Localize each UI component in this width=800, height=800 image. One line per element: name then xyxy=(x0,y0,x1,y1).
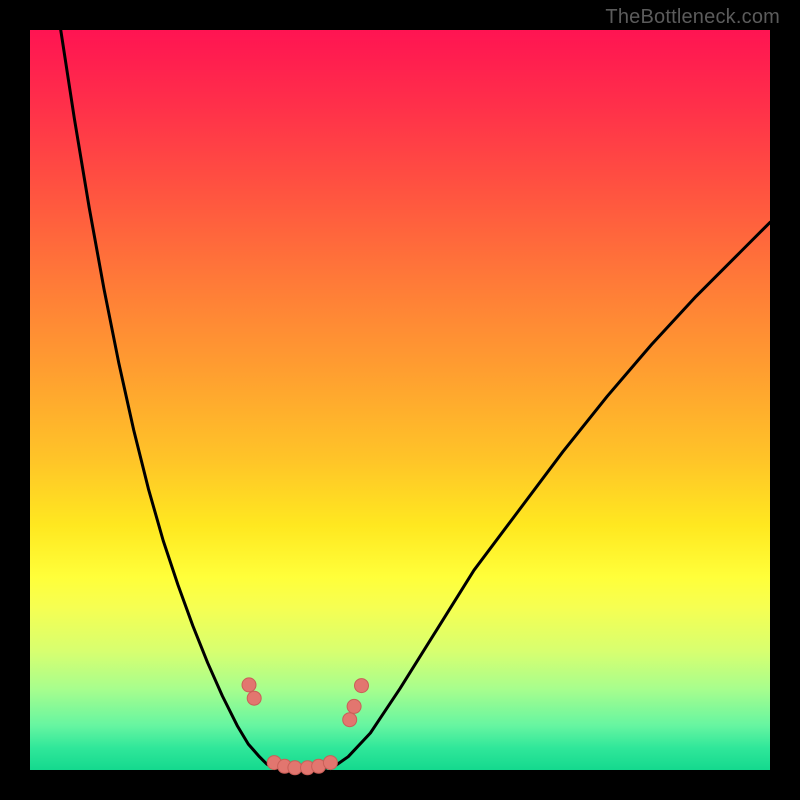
curve-marker xyxy=(355,679,369,693)
bottleneck-curve xyxy=(30,30,770,770)
outer-frame: TheBottleneck.com xyxy=(0,0,800,800)
curve-marker xyxy=(347,699,361,713)
curve-marker xyxy=(242,678,256,692)
curve-marker xyxy=(323,756,337,770)
curve-marker xyxy=(343,713,357,727)
curve-path xyxy=(60,23,770,770)
curve-marker xyxy=(288,761,302,775)
plot-area xyxy=(30,30,770,770)
watermark-text: TheBottleneck.com xyxy=(605,6,780,29)
curve-marker xyxy=(247,691,261,705)
